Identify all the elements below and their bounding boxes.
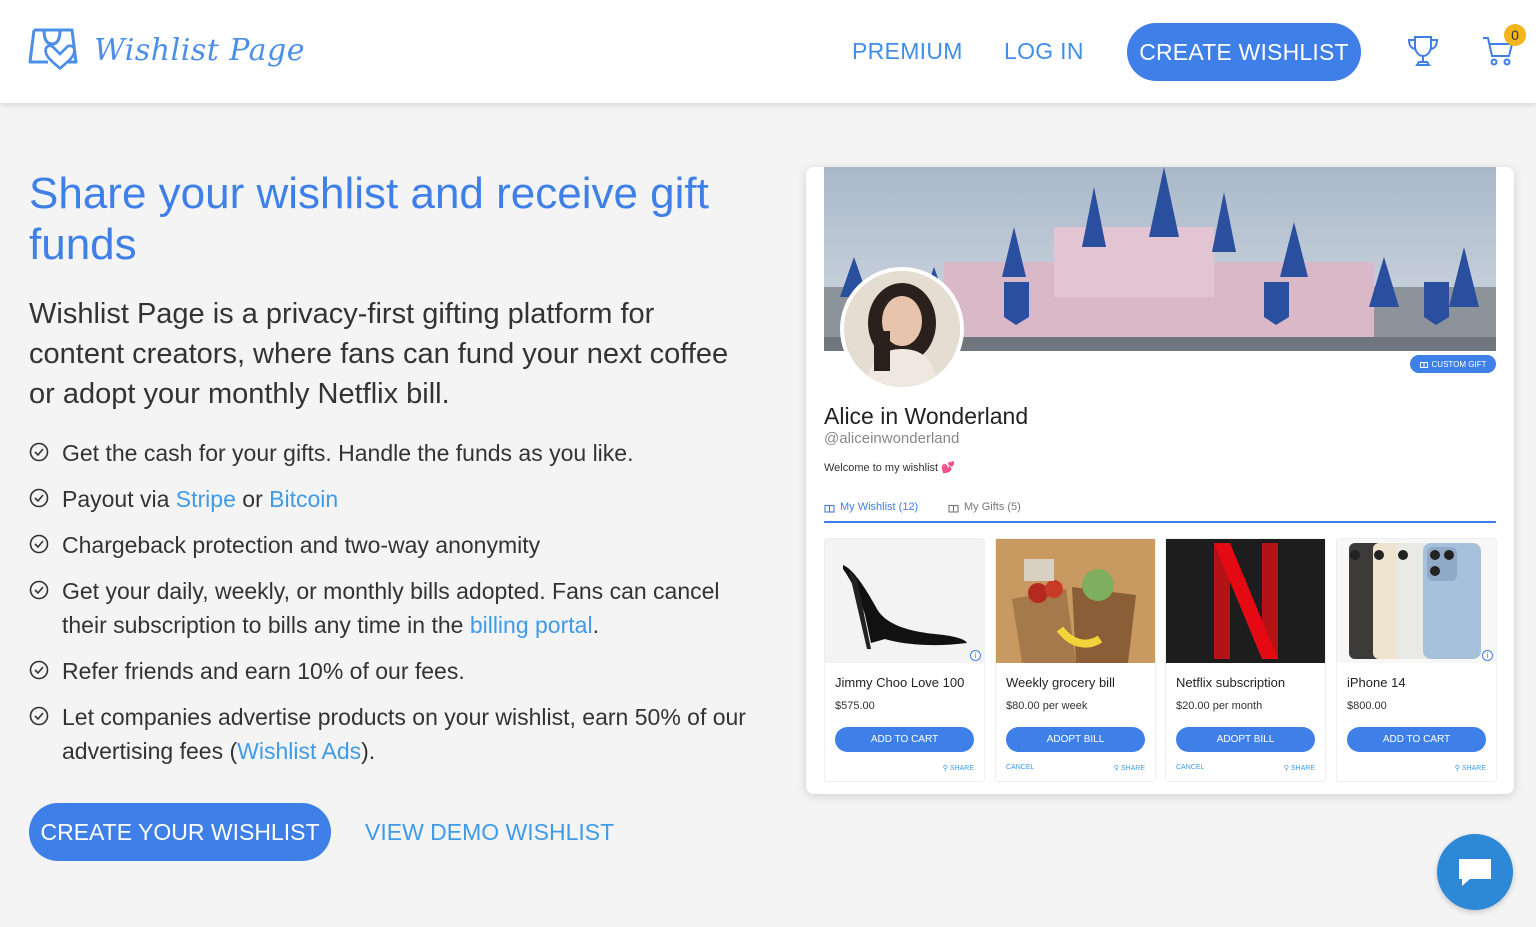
link-icon: ⚲	[1113, 765, 1121, 772]
check-circle-icon	[29, 442, 49, 462]
check-circle-icon	[29, 488, 49, 508]
check-circle-icon	[29, 580, 49, 600]
feature-text: Let companies advertise products on your…	[62, 704, 746, 764]
adopt-bill-button[interactable]: ADOPT BILL	[1176, 727, 1315, 752]
feature-text: Get your daily, weekly, or monthly bills…	[62, 578, 720, 638]
gift-icon	[1419, 362, 1428, 368]
wishlist-item-card[interactable]: Netflix subscription $20.00 per month AD…	[1165, 538, 1326, 782]
check-circle-icon	[29, 534, 49, 554]
add-to-cart-button[interactable]: ADD TO CART	[835, 727, 974, 752]
item-image-iphone	[1337, 539, 1496, 663]
wishlist-item-card[interactable]: i Jimmy Choo Love 100 $575.00 ADD TO CAR…	[824, 538, 985, 782]
feature-text: Refer friends and earn 10% of our fees.	[62, 658, 465, 684]
top-navbar: Wishlist Page PREMIUM LOG IN CREATE WISH…	[0, 0, 1536, 103]
custom-gift-button[interactable]: CUSTOM GIFT	[1410, 355, 1496, 373]
link-icon: ⚲	[1454, 765, 1462, 772]
share-label: SHARE	[949, 765, 974, 772]
feature-text: or	[235, 486, 270, 512]
item-price: $80.00 per week	[1006, 700, 1088, 712]
chat-button[interactable]	[1437, 834, 1513, 910]
stripe-link[interactable]: Stripe	[176, 486, 236, 512]
chat-icon	[1459, 859, 1491, 886]
profile-name: Alice in Wonderland	[824, 403, 1029, 429]
feature-item: Refer friends and earn 10% of our fees.	[29, 654, 749, 688]
custom-gift-label: CUSTOM GIFT	[1431, 359, 1487, 369]
item-price: $800.00	[1347, 700, 1387, 712]
cancel-link[interactable]: CANCEL	[1006, 764, 1034, 771]
tab-label: My Wishlist (12)	[840, 501, 919, 513]
item-price: $20.00 per month	[1176, 700, 1263, 712]
feature-item: Get your daily, weekly, or monthly bills…	[29, 574, 749, 642]
add-to-cart-button[interactable]: ADD TO CART	[1347, 727, 1486, 752]
hero-intro: Wishlist Page is a privacy-first gifting…	[29, 298, 729, 410]
gift-icon	[948, 504, 959, 513]
logo-bag-heart-icon	[28, 28, 78, 71]
link-icon: ⚲	[1283, 765, 1291, 772]
profile-welcome-text: Welcome to my wishlist 💕	[824, 462, 955, 474]
check-circle-icon	[29, 660, 49, 680]
info-icon[interactable]: i	[1482, 650, 1493, 661]
share-link[interactable]: ⚲ SHARE	[943, 764, 974, 772]
item-title: Jimmy Choo Love 100	[835, 675, 965, 690]
tab-label: My Gifts (5)	[964, 501, 1021, 513]
check-circle-icon	[29, 706, 49, 726]
hero-headline: Share your wishlist and receive gift fun…	[29, 169, 709, 269]
wishlist-item-card[interactable]: Weekly grocery bill $80.00 per week ADOP…	[995, 538, 1156, 782]
info-icon[interactable]: i	[970, 650, 981, 661]
share-link[interactable]: ⚲ SHARE	[1284, 764, 1315, 772]
avatar[interactable]	[840, 267, 964, 391]
cancel-link[interactable]: CANCEL	[1176, 764, 1204, 771]
logo-text: Wishlist Page	[94, 32, 305, 68]
profile-tabs: My Wishlist (12) My Gifts (5)	[824, 499, 1496, 523]
feature-text: Get the cash for your gifts. Handle the …	[62, 440, 634, 466]
item-title: iPhone 14	[1347, 675, 1406, 690]
create-wishlist-button[interactable]: CREATE WISHLIST	[1127, 23, 1361, 81]
profile-handle: @aliceinwonderland	[824, 430, 960, 447]
adopt-bill-button[interactable]: ADOPT BILL	[1006, 727, 1145, 752]
item-title: Netflix subscription	[1176, 675, 1286, 690]
view-demo-wishlist-link[interactable]: VIEW DEMO WISHLIST	[365, 819, 614, 846]
item-image-groceries	[996, 539, 1155, 663]
feature-item: Get the cash for your gifts. Handle the …	[29, 436, 749, 470]
feature-list: Get the cash for your gifts. Handle the …	[29, 436, 749, 780]
feature-item: Let companies advertise products on your…	[29, 700, 749, 768]
item-image-shoe	[825, 539, 984, 663]
logo[interactable]: Wishlist Page	[28, 22, 305, 78]
nav-premium-link[interactable]: PREMIUM	[852, 38, 963, 65]
feature-text: Chargeback protection and two-way anonym…	[62, 532, 541, 558]
item-title: Weekly grocery bill	[1006, 675, 1115, 690]
tab-my-wishlist[interactable]: My Wishlist (12)	[824, 501, 918, 513]
create-your-wishlist-button[interactable]: CREATE YOUR WISHLIST	[29, 803, 331, 861]
feature-item: Payout via Stripe or Bitcoin	[29, 482, 749, 516]
nav-login-link[interactable]: LOG IN	[1004, 38, 1084, 65]
share-label: SHARE	[1120, 765, 1145, 772]
trophy-icon[interactable]	[1406, 34, 1440, 68]
bitcoin-link[interactable]: Bitcoin	[269, 486, 338, 512]
item-image-netflix	[1166, 539, 1325, 663]
wishlist-preview-card: CUSTOM GIFT Alice in Wonderland @alicein…	[806, 167, 1514, 794]
share-link[interactable]: ⚲ SHARE	[1114, 764, 1145, 772]
share-link[interactable]: ⚲ SHARE	[1455, 764, 1486, 772]
cart-count-badge: 0	[1504, 24, 1526, 46]
tab-my-gifts[interactable]: My Gifts (5)	[948, 501, 1021, 513]
feature-text: Payout via	[62, 486, 176, 512]
wishlist-ads-link[interactable]: Wishlist Ads	[237, 738, 361, 764]
feature-text: ).	[361, 738, 376, 764]
feature-item: Chargeback protection and two-way anonym…	[29, 528, 749, 562]
share-label: SHARE	[1290, 765, 1315, 772]
wishlist-item-card[interactable]: i iPhone 14 $800.00 ADD TO CART ⚲ SHARE	[1336, 538, 1497, 782]
share-label: SHARE	[1461, 765, 1486, 772]
item-price: $575.00	[835, 700, 875, 712]
gift-icon	[824, 504, 835, 513]
feature-text: .	[592, 612, 599, 638]
link-icon: ⚲	[942, 765, 950, 772]
billing-portal-link[interactable]: billing portal	[470, 612, 593, 638]
